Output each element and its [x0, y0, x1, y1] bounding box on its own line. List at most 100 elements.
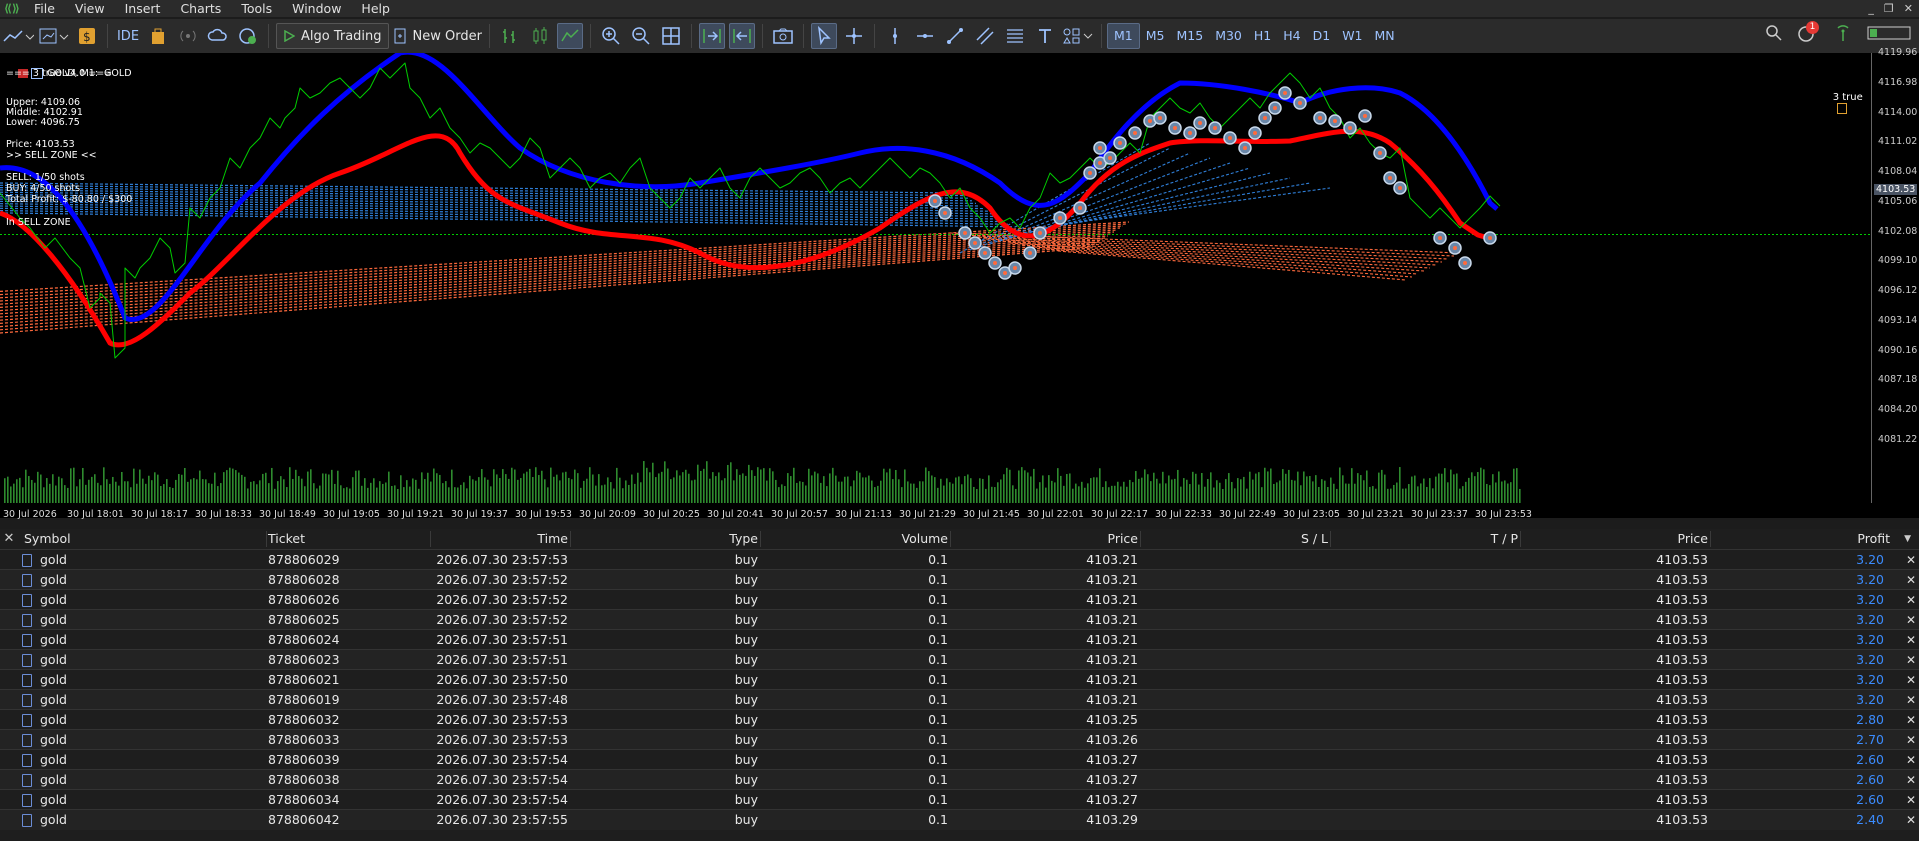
sort-descending-icon[interactable]: ▼: [1904, 529, 1911, 549]
ide-button[interactable]: IDE: [115, 23, 141, 49]
candlestick-icon[interactable]: [527, 23, 553, 49]
menu-tools[interactable]: Tools: [231, 0, 282, 17]
minimize-icon[interactable]: _: [1868, 0, 1874, 17]
table-row[interactable]: gold 878806029 2026.07.30 23:57:53 buy 0.1 41…: [0, 549, 1919, 570]
trendline-icon[interactable]: [942, 23, 968, 49]
antenna-icon[interactable]: [1833, 23, 1853, 43]
table-row[interactable]: gold 878806021 2026.07.30 23:57:50 buy 0.1 41…: [0, 669, 1919, 690]
timeframe-m1[interactable]: M1: [1106, 23, 1140, 49]
table-row[interactable]: gold 878806038 2026.07.30 23:57:54 buy 0.1 41…: [0, 769, 1919, 790]
table-row[interactable]: gold 878806032 2026.07.30 23:57:53 buy 0.1 41…: [0, 709, 1919, 730]
autoscroll-icon[interactable]: [698, 23, 725, 49]
fibonacci-icon[interactable]: [1002, 23, 1028, 49]
dollar-icon[interactable]: $: [74, 23, 100, 49]
price-axis[interactable]: 4119.96 4116.98 4114.00 4111.02 4108.04 4105.…: [1871, 47, 1919, 503]
vps-icon[interactable]: [235, 23, 261, 49]
column-header[interactable]: Time: [432, 529, 568, 549]
notifications-icon[interactable]: 1: [1797, 21, 1819, 43]
close-panel-icon[interactable]: ✕: [0, 529, 18, 549]
table-row[interactable]: gold 878806039 2026.07.30 23:57:54 buy 0.1 41…: [0, 749, 1919, 770]
horizontal-line-icon[interactable]: [912, 23, 938, 49]
vertical-line-icon[interactable]: [882, 23, 908, 49]
column-header[interactable]: Volume: [762, 529, 949, 549]
ea-label[interactable]: 3 true: [1820, 81, 1863, 126]
restore-icon[interactable]: ❐: [1884, 0, 1894, 17]
table-row[interactable]: gold 878806033 2026.07.30 23:57:53 buy 0.1 41…: [0, 729, 1919, 750]
column-header[interactable]: T / P: [1332, 529, 1518, 549]
menu-view[interactable]: View: [65, 0, 115, 17]
tile-windows-icon[interactable]: [658, 23, 684, 49]
time-axis[interactable]: 30 Jul 2026 30 Jul 18:01 30 Jul 18:17 30 Ju…: [0, 509, 1871, 521]
close-position-icon[interactable]: ✕: [1906, 810, 1916, 830]
timeframe-m5[interactable]: M5: [1140, 24, 1171, 48]
timeframe-m30[interactable]: M30: [1209, 24, 1248, 48]
table-row[interactable]: gold 878806034 2026.07.30 23:57:54 buy 0.1 41…: [0, 789, 1919, 810]
table-row[interactable]: gold 878806042 2026.07.30 23:57:55 buy 0.1 41…: [0, 809, 1919, 830]
bag-icon[interactable]: [145, 23, 171, 49]
timeframe-d1[interactable]: D1: [1307, 24, 1337, 48]
screenshot-icon[interactable]: [770, 23, 796, 49]
algo-trading-button[interactable]: Algo Trading: [276, 23, 389, 49]
menu-file[interactable]: File: [24, 0, 65, 17]
chart-type-icon[interactable]: [2, 23, 34, 49]
timeframe-m15[interactable]: M15: [1170, 24, 1209, 48]
column-header[interactable]: S / L: [1142, 529, 1328, 549]
column-divider[interactable]: [950, 531, 951, 547]
table-row[interactable]: gold 878806019 2026.07.30 23:57:48 buy 0.1 41…: [0, 689, 1919, 710]
column-divider[interactable]: [570, 531, 571, 547]
column-divider[interactable]: [266, 531, 267, 547]
timeframe-h1[interactable]: H1: [1248, 24, 1277, 48]
column-divider[interactable]: [1330, 531, 1331, 547]
column-header[interactable]: Type: [572, 529, 758, 549]
close-position-icon[interactable]: ✕: [1906, 570, 1916, 590]
menu-help[interactable]: Help: [351, 0, 400, 17]
bar-chart-icon[interactable]: [497, 23, 523, 49]
line-chart-icon[interactable]: [556, 23, 583, 49]
close-position-icon[interactable]: ✕: [1906, 550, 1916, 570]
table-row[interactable]: gold 878806026 2026.07.30 23:57:52 buy 0.1 41…: [0, 589, 1919, 610]
close-position-icon[interactable]: ✕: [1906, 710, 1916, 730]
close-icon[interactable]: ✕: [1904, 0, 1913, 17]
table-row[interactable]: gold 878806028 2026.07.30 23:57:52 buy 0.1 41…: [0, 569, 1919, 590]
price-chart[interactable]: GOLD, M1: GOLD === 3 true v4.0 === Upper…: [0, 47, 1919, 521]
column-divider[interactable]: [760, 531, 761, 547]
close-position-icon[interactable]: ✕: [1906, 770, 1916, 790]
close-position-icon[interactable]: ✕: [1906, 670, 1916, 690]
column-header[interactable]: Symbol: [24, 529, 264, 549]
table-row[interactable]: gold 878806024 2026.07.30 23:57:51 buy 0.1 41…: [0, 629, 1919, 650]
menu-window[interactable]: Window: [282, 0, 351, 17]
close-position-icon[interactable]: ✕: [1906, 610, 1916, 630]
timeframe-mn[interactable]: MN: [1369, 24, 1401, 48]
close-position-icon[interactable]: ✕: [1906, 750, 1916, 770]
text-tool-icon[interactable]: [1032, 23, 1058, 49]
table-row[interactable]: gold 878806023 2026.07.30 23:57:51 buy 0.1 41…: [0, 649, 1919, 670]
column-header[interactable]: Profit: [1712, 529, 1890, 549]
signal-icon[interactable]: [175, 23, 201, 49]
cursor-icon[interactable]: [810, 23, 837, 49]
search-icon[interactable]: [1765, 24, 1783, 42]
column-divider[interactable]: [430, 531, 431, 547]
close-position-icon[interactable]: ✕: [1906, 590, 1916, 610]
column-divider[interactable]: [1140, 531, 1141, 547]
table-row[interactable]: gold 878806025 2026.07.30 23:57:52 buy 0.1 41…: [0, 609, 1919, 630]
zoom-in-icon[interactable]: [598, 23, 624, 49]
menu-insert[interactable]: Insert: [115, 0, 171, 17]
cloud-icon[interactable]: [205, 23, 231, 49]
column-divider[interactable]: [1520, 531, 1521, 547]
close-position-icon[interactable]: ✕: [1906, 790, 1916, 810]
timeframe-h4[interactable]: H4: [1277, 24, 1306, 48]
zoom-out-icon[interactable]: [628, 23, 654, 49]
channel-icon[interactable]: [972, 23, 998, 49]
shapes-icon[interactable]: [1062, 23, 1094, 49]
close-position-icon[interactable]: ✕: [1906, 690, 1916, 710]
close-position-icon[interactable]: ✕: [1906, 650, 1916, 670]
timeframe-w1[interactable]: W1: [1336, 24, 1368, 48]
column-header[interactable]: Price: [1522, 529, 1709, 549]
column-header[interactable]: Price: [952, 529, 1139, 549]
close-position-icon[interactable]: ✕: [1906, 630, 1916, 650]
crosshair-icon[interactable]: [841, 23, 867, 49]
column-header[interactable]: Ticket: [268, 529, 428, 549]
templates-icon[interactable]: [38, 23, 70, 49]
menu-charts[interactable]: Charts: [170, 0, 231, 17]
chart-shift-icon[interactable]: [728, 23, 755, 49]
